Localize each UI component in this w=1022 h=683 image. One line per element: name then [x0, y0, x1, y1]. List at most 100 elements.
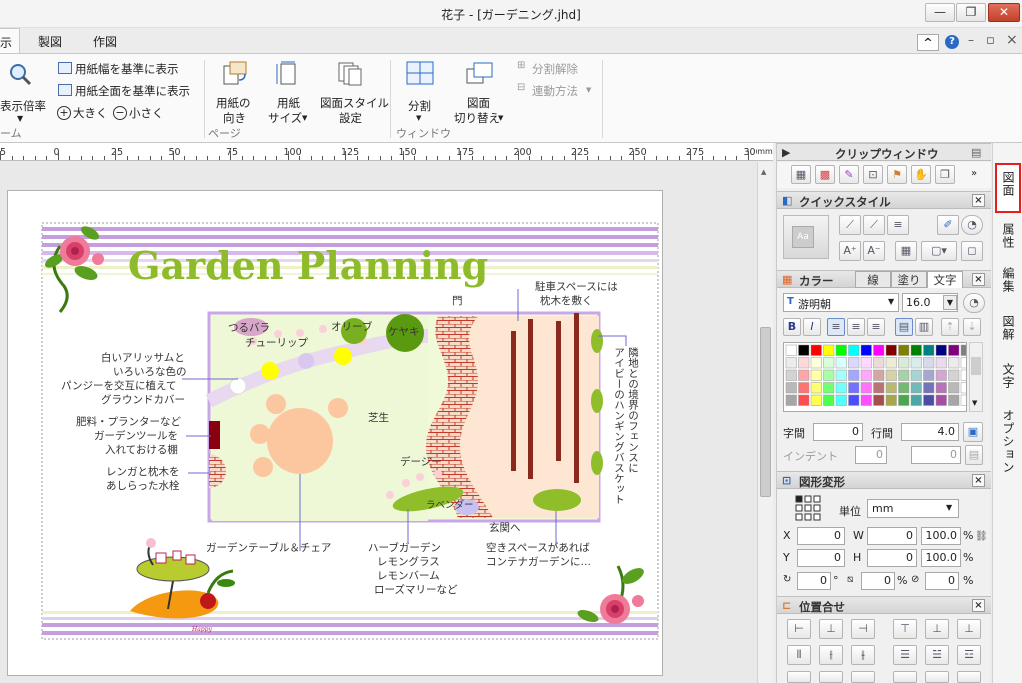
text-box-button[interactable]: ▤ — [895, 318, 913, 336]
distribute-h3-icon[interactable]: ⫳ — [851, 645, 875, 665]
palette-swatch[interactable] — [923, 369, 935, 381]
drawing-style-icon[interactable] — [336, 60, 364, 88]
side-tab-diagram[interactable]: 図解 — [999, 315, 1017, 341]
palette-swatch[interactable] — [860, 382, 872, 394]
clip-window-header[interactable]: ▶ クリップウィンドウ ▤ — [777, 143, 991, 161]
link-method-button[interactable]: 連動方法 — [532, 83, 578, 99]
palette-swatch[interactable] — [798, 369, 810, 381]
palette-swatch[interactable] — [823, 382, 835, 394]
clip-image-icon[interactable]: ▦ — [791, 165, 811, 184]
palette-swatch[interactable] — [935, 382, 947, 394]
scroll-thumb[interactable] — [760, 327, 771, 497]
palette-swatch[interactable] — [910, 344, 922, 356]
palette-swatch[interactable] — [898, 382, 910, 394]
list-style-icon[interactable]: ≡ — [887, 215, 909, 235]
w-percent-input[interactable]: 100.0 — [921, 527, 961, 545]
palette-swatch[interactable] — [898, 369, 910, 381]
bold-button[interactable]: B — [783, 318, 801, 336]
close-button[interactable]: ✕ — [988, 3, 1020, 22]
indent-settings-icon[interactable]: ▤ — [965, 445, 983, 465]
clip-flag-icon[interactable]: ⚑ — [887, 165, 907, 184]
fit-width-button[interactable]: 用紙幅を基準に表示 — [75, 61, 179, 77]
switch-label-1[interactable]: 図面 — [467, 95, 490, 111]
color-close-button[interactable]: × — [972, 273, 985, 286]
palette-swatch[interactable] — [860, 394, 872, 406]
quickstyle-close-button[interactable]: × — [972, 194, 985, 207]
palette-swatch[interactable] — [785, 369, 797, 381]
clip-grid-icon[interactable]: ▩ — [815, 165, 835, 184]
palette-swatch[interactable] — [860, 344, 872, 356]
transform-close-button[interactable]: × — [972, 474, 985, 487]
orientation-label-1[interactable]: 用紙の — [216, 95, 251, 111]
tab-text[interactable]: 文字 — [927, 271, 963, 288]
tab-view[interactable]: 示 — [0, 28, 20, 55]
palette-swatch[interactable] — [885, 382, 897, 394]
side-tab-attributes[interactable]: 属性 — [999, 223, 1017, 249]
more-icon[interactable]: » — [971, 168, 977, 179]
palette-swatch[interactable] — [810, 394, 822, 406]
palette-swatch[interactable] — [810, 382, 822, 394]
w-input[interactable]: 0 — [867, 527, 917, 545]
side-tab-edit[interactable]: 編集 — [999, 267, 1017, 293]
distribute-h2-icon[interactable]: ⫲ — [819, 645, 843, 665]
spacing-settings-icon[interactable]: ▣ — [963, 422, 983, 442]
palette-swatch[interactable] — [873, 382, 885, 394]
split-dropdown-icon[interactable]: ▼ — [416, 114, 421, 122]
size-match-icon[interactable] — [787, 671, 811, 683]
italic-button[interactable]: I — [803, 318, 821, 336]
palette-swatch[interactable] — [823, 344, 835, 356]
palette-swatch[interactable] — [873, 344, 885, 356]
palette-swatch[interactable] — [835, 344, 847, 356]
font-size-dropdown-icon[interactable]: ▼ — [943, 295, 957, 310]
size-match4-icon[interactable] — [893, 671, 917, 683]
palette-swatch[interactable] — [798, 394, 810, 406]
clip-copy-icon[interactable]: ❐ — [935, 165, 955, 184]
align-right-button[interactable]: ≡ — [867, 318, 885, 336]
palette-swatch[interactable] — [960, 382, 972, 394]
palette-swatch[interactable] — [785, 357, 797, 369]
switch-dropdown-icon[interactable]: ▼ — [498, 114, 503, 122]
h-input[interactable]: 0 — [867, 549, 917, 567]
palette-swatch[interactable] — [960, 369, 972, 381]
switch-drawing-icon[interactable] — [465, 60, 495, 88]
palette-swatch[interactable] — [873, 394, 885, 406]
text-down-button[interactable]: ⇣ — [963, 318, 981, 336]
palette-swatch[interactable] — [823, 394, 835, 406]
color-header[interactable]: ▦ カラー 線 塗り 文字 × — [777, 270, 991, 288]
indent-input[interactable]: 0 — [855, 446, 887, 464]
palette-swatch[interactable] — [885, 369, 897, 381]
zoom-in-button[interactable]: 大きく — [73, 105, 108, 121]
palette-swatch[interactable] — [948, 357, 960, 369]
palette-grid[interactable] — [784, 343, 972, 411]
palette-scroll-thumb[interactable] — [971, 357, 981, 375]
doc-close-button[interactable]: × — [1006, 32, 1018, 48]
text-box2-button[interactable]: ▥ — [915, 318, 933, 336]
ribbon-collapse-button[interactable]: ^ — [917, 34, 939, 51]
palette-swatch[interactable] — [898, 394, 910, 406]
palette-swatch[interactable] — [835, 394, 847, 406]
doc-minimize-button[interactable]: – — [968, 33, 974, 47]
palette-swatch[interactable] — [848, 382, 860, 394]
paper-size-label-1[interactable]: 用紙 — [277, 95, 300, 111]
palette-swatch[interactable] — [923, 357, 935, 369]
palette-swatch[interactable] — [860, 357, 872, 369]
style-preview[interactable]: Aa — [783, 215, 829, 259]
distribute-v2-icon[interactable]: ☱ — [925, 645, 949, 665]
clip-hand-icon[interactable]: ✋ — [911, 165, 931, 184]
switch-label-2[interactable]: 切り替え — [454, 110, 500, 126]
grid-style-icon[interactable]: ▦ — [895, 241, 917, 261]
eyedropper-icon[interactable]: ✐ — [937, 215, 959, 235]
expand-icon[interactable]: ▶ — [782, 146, 790, 159]
palette-swatch[interactable] — [835, 357, 847, 369]
align-left-icon[interactable]: ⊢ — [787, 619, 811, 639]
minimize-button[interactable]: — — [925, 3, 955, 22]
side-tab-text[interactable]: 文字 — [999, 363, 1017, 389]
distribute-v-icon[interactable]: ☰ — [893, 645, 917, 665]
split-label[interactable]: 分割 — [408, 98, 431, 114]
fit-all-button[interactable]: 用紙全面を基準に表示 — [75, 83, 190, 99]
paper-size-dropdown-icon[interactable]: ▼ — [302, 114, 307, 122]
palette-swatch[interactable] — [960, 357, 972, 369]
h-percent-input[interactable]: 100.0 — [921, 549, 961, 567]
size-match6-icon[interactable] — [957, 671, 981, 683]
doc-restore-button[interactable]: ▫ — [986, 33, 995, 48]
